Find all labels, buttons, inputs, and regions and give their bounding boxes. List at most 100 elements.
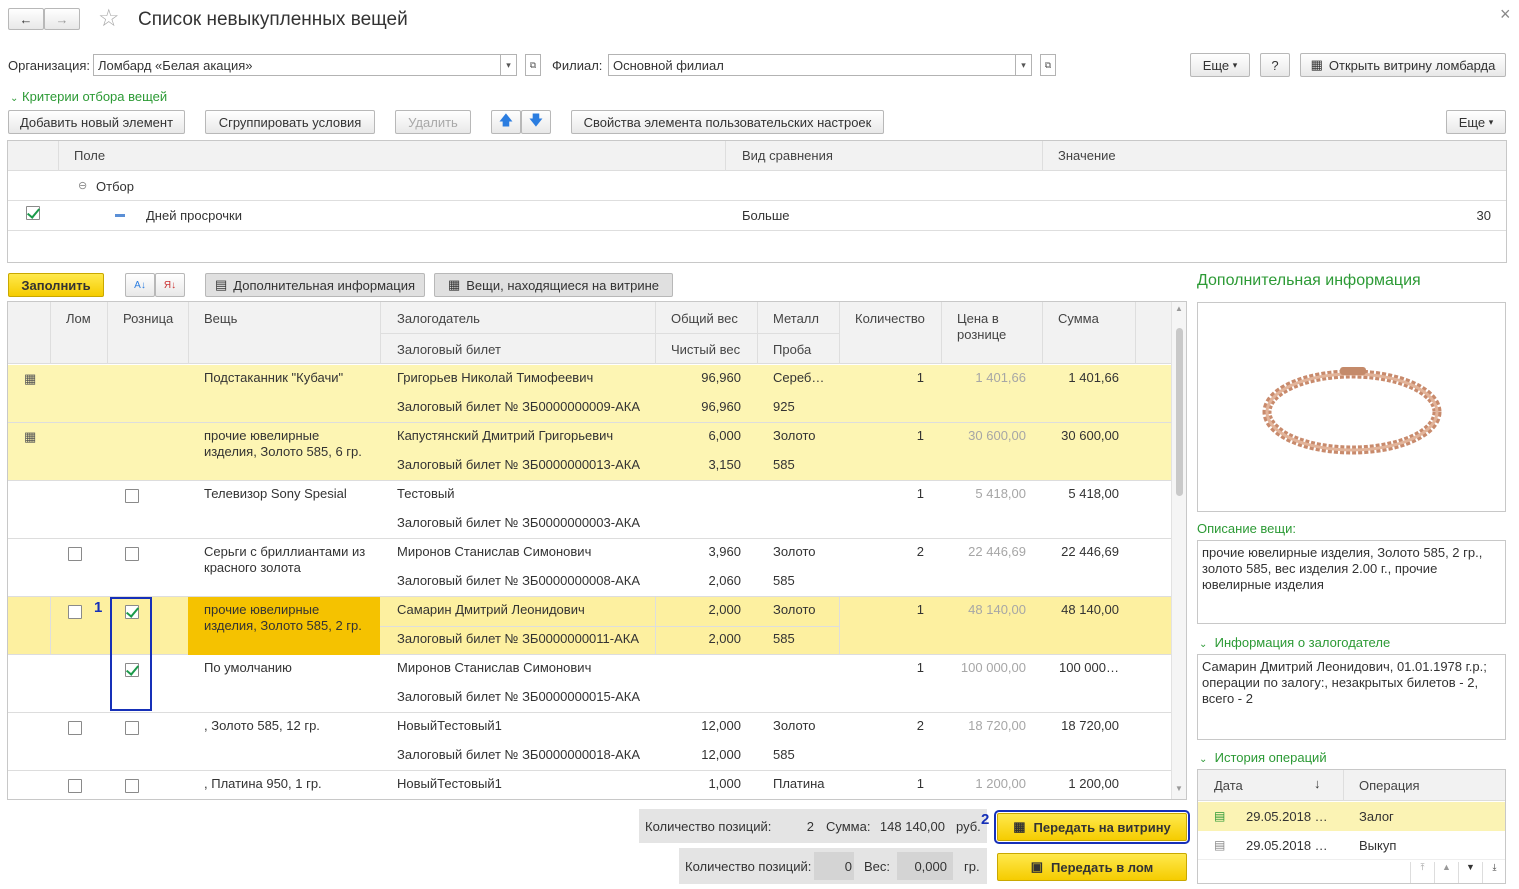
cell-ticket: Залоговый билет № ЗБ0000000011-АКА (397, 631, 640, 646)
arrow-up-icon: 🡅 (498, 112, 514, 128)
table-scrollbar[interactable]: ▲ ▼ (1171, 302, 1186, 799)
extra-info-button[interactable]: ▤ Дополнительная информация (205, 273, 425, 297)
scrap-checkbox[interactable] (68, 605, 82, 619)
cell-price: 18 720,00 (968, 718, 1026, 733)
retail-checkbox[interactable] (125, 547, 139, 561)
cell-pawner: Капустянский Дмитрий Григорьевич (397, 428, 614, 443)
col-qty: Количество (855, 311, 925, 326)
branch-open-icon[interactable]: ⧉ (1040, 54, 1056, 76)
cell-gross: 6,000 (708, 428, 741, 443)
scroll-up-icon[interactable]: ▲ (1175, 304, 1183, 313)
sort-asc-button[interactable]: A↓ (125, 273, 155, 297)
back-arrow-icon: ← (19, 11, 33, 27)
cell-fineness: 925 (773, 399, 795, 414)
delete-button[interactable]: Удалить (395, 110, 471, 134)
chevron-down-icon: ⌄ (10, 93, 19, 104)
cell-item: прочие ювелирные изделия, Золото 585, 2 … (204, 602, 362, 633)
cell-net: 2,000 (708, 631, 741, 646)
sort-desc-button[interactable]: Я↓ (155, 273, 185, 297)
branch-dropdown-icon[interactable]: ▾ (1016, 54, 1032, 76)
criteria-value[interactable]: 30 (1428, 208, 1491, 224)
col-comparison: Вид сравнения (742, 148, 833, 163)
close-icon[interactable]: × (1500, 4, 1511, 25)
nav-down-icon[interactable]: ▼ (1458, 862, 1482, 883)
history-row[interactable] (1198, 802, 1505, 831)
nav-up-icon[interactable]: ▲ (1434, 862, 1458, 883)
pawner-info-toggle[interactable]: ⌄ Информация о залогодателе (1199, 635, 1390, 650)
collapse-icon[interactable]: ⊖ (78, 179, 87, 192)
move-up-button[interactable]: 🡅 (491, 110, 521, 134)
element-properties-button[interactable]: Свойства элемента пользовательских настр… (571, 110, 884, 134)
sum-value: 148 140,00 (879, 819, 945, 834)
branch-field[interactable]: Основной филиал (608, 54, 1016, 76)
cell-gross: 96,960 (701, 370, 741, 385)
cell-price: 48 140,00 (968, 602, 1026, 617)
cell-pawner: Тестовый (397, 486, 455, 501)
fill-button[interactable]: Заполнить (8, 273, 104, 297)
col-value: Значение (1058, 148, 1116, 163)
nav-first-icon[interactable]: ⤒ (1410, 862, 1434, 883)
col-sum: Сумма (1058, 311, 1099, 326)
back-button[interactable]: ← (8, 8, 44, 30)
favorite-star-icon[interactable]: ☆ (98, 4, 120, 33)
scrap-checkbox[interactable] (68, 721, 82, 735)
cell-sum: 100 000… (1059, 660, 1119, 675)
org-open-icon[interactable]: ⧉ (525, 54, 541, 76)
table-row[interactable]: ▦ Подстаканник "Кубачи" Григорьев Николай … (8, 365, 1171, 423)
on-showcase-button[interactable]: ▦ Вещи, находящиеся на витрине (434, 273, 673, 297)
cell-gross: 1,000 (708, 776, 741, 791)
retail-checkbox[interactable] (125, 489, 139, 503)
retail-checkbox[interactable] (125, 721, 139, 735)
cell-ticket: Залоговый билет № ЗБ0000000008-АКА (397, 573, 640, 588)
col-gross: Общий вес (671, 311, 738, 326)
move-down-button[interactable]: 🡇 (521, 110, 551, 134)
help-button[interactable]: ? (1260, 53, 1290, 77)
scrap-checkbox[interactable] (68, 779, 82, 793)
weight-label: Вес: (864, 859, 891, 874)
cell-pawner: Миронов Станислав Симонович (397, 544, 592, 559)
cell-item: Подстаканник "Кубачи" (204, 370, 344, 385)
forward-arrow-icon: → (55, 11, 69, 27)
scroll-thumb[interactable] (1176, 328, 1183, 496)
table-row[interactable]: Серьги с бриллиантами из красного золота… (8, 539, 1171, 597)
col-net: Чистый вес (671, 342, 741, 357)
cell-sum: 1 200,00 (1068, 776, 1119, 791)
history-row[interactable] (1198, 831, 1505, 860)
showcase-icon: ▦ (447, 277, 461, 292)
table-row[interactable]: По умолчанию Миронов Станислав Симонович З… (8, 655, 1171, 713)
transfer-showcase-button[interactable]: ▦ Передать на витрину (994, 810, 1190, 844)
scrap-checkbox[interactable] (68, 547, 82, 561)
cell-price: 30 600,00 (968, 428, 1026, 443)
scroll-down-icon[interactable]: ▼ (1175, 784, 1183, 793)
history-toggle[interactable]: ⌄ История операций (1199, 750, 1327, 765)
table-row[interactable]: , Золото 585, 12 гр. НовыйТестовый1 Залого… (8, 713, 1171, 771)
org-dropdown-icon[interactable]: ▾ (501, 54, 517, 76)
criteria-toggle[interactable]: ⌄ Критерии отбора вещей (10, 89, 167, 104)
open-showcase-button[interactable]: ▦ Открыть витрину ломбарда (1300, 53, 1506, 77)
count2-label: Количество позиций: (685, 859, 812, 874)
nav-last-icon[interactable]: ⤓ (1482, 862, 1505, 883)
sort-arrow-icon[interactable]: ↓ (1314, 776, 1321, 791)
currency-label: руб. (956, 819, 981, 834)
cell-sum: 22 446,69 (1061, 544, 1119, 559)
org-field[interactable]: Ломбард «Белая акация» (93, 54, 501, 76)
retail-checkbox[interactable] (125, 779, 139, 793)
criteria-row-checkbox[interactable] (26, 206, 40, 220)
table-row[interactable]: прочие ювелирные изделия, Золото 585, 2 … (8, 597, 1171, 655)
cell-item: , Золото 585, 12 гр. (204, 718, 320, 733)
cell-ticket: Залоговый билет № ЗБ0000000013-АКА (397, 457, 640, 472)
more-button[interactable]: Еще ▾ (1190, 53, 1250, 77)
sort-asc-icon: A↓ (134, 279, 146, 291)
criteria-more-button[interactable]: Еще ▾ (1446, 110, 1506, 134)
add-element-button[interactable]: Добавить новый элемент (8, 110, 185, 134)
cell-item: По умолчанию (204, 660, 292, 675)
group-conditions-button[interactable]: Сгруппировать условия (205, 110, 375, 134)
table-row[interactable]: Телевизор Sony Spesial Тестовый Залоговый … (8, 481, 1171, 539)
table-row[interactable]: ▦ прочие ювелирные изделия, Золото 585, 6… (8, 423, 1171, 481)
transfer-scrap-button[interactable]: ▣ Передать в лом (997, 853, 1187, 881)
count-label: Количество позиций: (645, 819, 772, 834)
cell-sum: 48 140,00 (1061, 602, 1119, 617)
cell-item: , Платина 950, 1 гр. (204, 776, 322, 791)
forward-button[interactable]: → (44, 8, 80, 30)
table-row[interactable]: , Платина 950, 1 гр. НовыйТестовый1 1,000 П… (8, 771, 1171, 799)
